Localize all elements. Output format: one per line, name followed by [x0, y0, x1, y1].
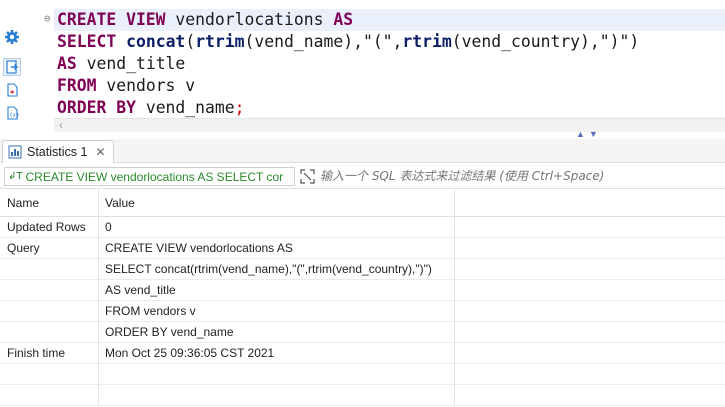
- fold-gutter: ⊖: [40, 0, 54, 120]
- column-header-value[interactable]: Value: [99, 190, 455, 217]
- statistics-table: Name Value Updated Rows 0 Query CREATE VIEW…: [0, 190, 725, 406]
- export-file-icon[interactable]: [3, 81, 21, 99]
- property-value: SELECT concat(rtrim(vend_name),"(",rtrim…: [99, 259, 455, 280]
- property-name: Updated Rows: [0, 217, 99, 238]
- property-name: [0, 322, 99, 343]
- sql-keyword: ORDER BY: [57, 98, 136, 117]
- property-value: AS vend_title: [99, 280, 455, 301]
- sql-keyword: SELECT: [57, 32, 117, 51]
- sql-function: rtrim: [195, 32, 245, 51]
- table-row[interactable]: AS vend_title: [0, 280, 725, 301]
- query-text-chip[interactable]: ↲T CREATE VIEW vendorlocations AS SELECT…: [4, 167, 295, 186]
- column-header-name[interactable]: Name: [0, 190, 99, 217]
- property-name: Finish time: [0, 343, 99, 364]
- code-token: ;: [234, 98, 245, 117]
- collapse-icon[interactable]: ⊖: [44, 13, 51, 24]
- result-nav-arrows[interactable]: ▲▼: [576, 129, 602, 139]
- filter-input[interactable]: [320, 167, 720, 186]
- query-icon: ↲T: [8, 171, 23, 182]
- sql-keyword: AS: [333, 10, 354, 29]
- tab-statistics-1[interactable]: Statistics 1 ✕: [2, 140, 114, 163]
- close-icon[interactable]: ✕: [95, 145, 105, 159]
- code-token: vend_name: [135, 98, 235, 117]
- property-name: [0, 280, 99, 301]
- table-row[interactable]: Query CREATE VIEW vendorlocations AS: [0, 238, 725, 259]
- code-line[interactable]: AS vend_title: [54, 53, 725, 75]
- query-text: CREATE VIEW vendorlocations AS SELECT co…: [25, 169, 284, 184]
- sql-function: concat: [126, 32, 186, 51]
- scroll-left-icon[interactable]: ‹: [59, 119, 63, 132]
- table-row[interactable]: FROM vendors v: [0, 301, 725, 322]
- sql-keyword: FROM: [57, 76, 97, 95]
- code-token: (vend_name),"(",: [244, 32, 403, 51]
- property-name: [0, 259, 99, 280]
- filter-expand-icon[interactable]: [300, 169, 315, 184]
- sql-keyword: CREATE VIEW: [57, 10, 166, 29]
- filter-bar: ↲T CREATE VIEW vendorlocations AS SELECT…: [0, 164, 725, 189]
- property-name: [0, 301, 99, 322]
- gear-icon[interactable]: [3, 28, 21, 46]
- sql-keyword: AS: [57, 54, 77, 73]
- table-row[interactable]: Updated Rows 0: [0, 217, 725, 238]
- property-value: [99, 385, 455, 406]
- property-value: FROM vendors v: [99, 301, 455, 322]
- property-name: [0, 364, 99, 385]
- sql-function: rtrim: [402, 32, 452, 51]
- editor-side-toolbar: {x}: [0, 0, 24, 136]
- table-header: Name Value: [0, 190, 725, 217]
- execute-script-icon[interactable]: [3, 58, 21, 76]
- table-row[interactable]: ORDER BY vend_name: [0, 322, 725, 343]
- table-row[interactable]: [0, 364, 725, 385]
- property-value: Mon Oct 25 09:36:05 CST 2021: [99, 343, 455, 364]
- sql-editor[interactable]: {x} ⊖ CREATE VIEW vendorlocations AS SELE…: [0, 0, 725, 139]
- code-line[interactable]: SELECT concat(rtrim(vend_name),"(",rtrim…: [54, 31, 725, 53]
- table-row[interactable]: SELECT concat(rtrim(vend_name),"(",rtrim…: [0, 259, 725, 280]
- code-token: vendorlocations: [165, 10, 334, 29]
- property-name: Query: [0, 238, 99, 259]
- code-token: (: [185, 32, 196, 51]
- horizontal-scrollbar[interactable]: ‹: [54, 118, 725, 132]
- code-line[interactable]: FROM vendors v: [54, 75, 725, 97]
- variables-icon[interactable]: {x}: [3, 104, 21, 122]
- property-value: 0: [99, 217, 455, 238]
- svg-text:{x}: {x}: [9, 113, 19, 119]
- tab-label: Statistics 1: [27, 145, 88, 159]
- property-value: ORDER BY vend_name: [99, 322, 455, 343]
- code-line[interactable]: ORDER BY vend_name;: [54, 97, 725, 119]
- table-row[interactable]: Finish time Mon Oct 25 09:36:05 CST 2021: [0, 343, 725, 364]
- results-tab-bar: Statistics 1 ✕: [0, 139, 725, 163]
- property-name: [0, 385, 99, 406]
- code-token: vendors v: [96, 76, 196, 95]
- statistics-icon: [8, 145, 22, 159]
- code-area[interactable]: CREATE VIEW vendorlocations AS SELECT con…: [54, 9, 725, 119]
- code-token: (vend_country),")"): [451, 32, 640, 51]
- code-line[interactable]: CREATE VIEW vendorlocations AS: [54, 9, 725, 31]
- table-row[interactable]: [0, 385, 725, 406]
- code-token: vend_title: [76, 54, 186, 73]
- property-value: [99, 364, 455, 385]
- property-value: CREATE VIEW vendorlocations AS: [99, 238, 455, 259]
